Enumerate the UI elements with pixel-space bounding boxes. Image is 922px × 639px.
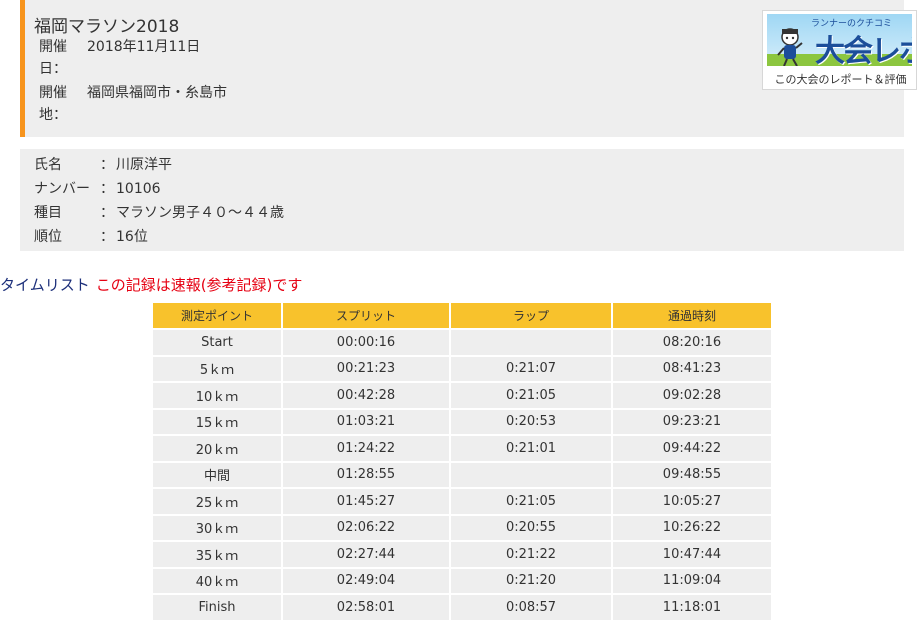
banner-caption[interactable]: この大会のレポート＆評価 xyxy=(763,71,918,87)
passing-time-cell: 10:26:22 xyxy=(613,515,771,540)
runner-category-value: マラソン男子４０〜４４歳 xyxy=(116,205,284,221)
checkpoint-cell: 30ｋｍ xyxy=(153,515,281,540)
header-passing-time: 通過時刻 xyxy=(613,303,771,328)
runner-name-row: 氏名 ：川原洋平 xyxy=(34,154,172,176)
event-date-label: 開催日： xyxy=(39,39,67,77)
table-body: Start 00:00:16 08:20:16 5ｋｍ 00:21:23 0:21:07 0… xyxy=(153,330,771,620)
banner-logo-text: 大会レポ xyxy=(815,34,912,66)
runner-category-row: 種目 ：マラソン男子４０〜４４歳 xyxy=(34,202,284,224)
checkpoint-cell: 5ｋｍ xyxy=(153,356,281,381)
runner-number-value: 10106 xyxy=(116,181,161,197)
runner-rank-value: 16位 xyxy=(116,229,148,245)
lap-cell: 0:20:55 xyxy=(451,515,611,540)
split-cell: 02:27:44 xyxy=(283,542,449,567)
event-date-row: 開催日： 2018年11月11日 xyxy=(39,36,200,80)
preliminary-record-note: この記録は速報(参考記録)です xyxy=(95,276,303,294)
table-row: 20ｋｍ 01:24:22 0:21:01 09:44:22 xyxy=(153,436,771,461)
lap-cell: 0:21:20 xyxy=(451,568,611,593)
lap-cell: 0:21:22 xyxy=(451,542,611,567)
table-row: 5ｋｍ 00:21:23 0:21:07 08:41:23 xyxy=(153,356,771,381)
passing-time-cell: 09:48:55 xyxy=(613,462,771,487)
passing-time-cell: 10:47:44 xyxy=(613,542,771,567)
runner-number-colon: ： xyxy=(100,181,114,197)
split-cell: 01:24:22 xyxy=(283,436,449,461)
runner-name-colon: ： xyxy=(100,157,114,173)
split-cell: 00:21:23 xyxy=(283,356,449,381)
passing-time-cell: 10:05:27 xyxy=(613,489,771,514)
runner-number-row: ナンバー ： 10106 xyxy=(34,178,161,200)
event-place-label: 開催地： xyxy=(39,85,67,123)
timelist-heading: タイムリスト この記録は速報(参考記録)です xyxy=(0,274,302,295)
split-cell: 01:45:27 xyxy=(283,489,449,514)
banner-artwork: ランナーのクチコミ 大会レポ xyxy=(767,14,912,66)
table-row: 40ｋｍ 02:49:04 0:21:20 11:09:04 xyxy=(153,568,771,593)
runner-number-label: ナンバー xyxy=(34,181,90,197)
runner-rank-row: 順位 ： 16位 xyxy=(34,226,148,248)
runner-mascot-icon xyxy=(777,28,803,66)
lap-cell: 0:21:05 xyxy=(451,383,611,408)
checkpoint-cell: 40ｋｍ xyxy=(153,568,281,593)
table-row: 30ｋｍ 02:06:22 0:20:55 10:26:22 xyxy=(153,515,771,540)
table-header-row: 測定ポイント スプリット ラップ 通過時刻 xyxy=(153,303,771,328)
event-place-row: 開催地： 福岡県福岡市・糸島市 xyxy=(39,82,227,126)
split-cell: 00:42:28 xyxy=(283,383,449,408)
split-cell: 02:58:01 xyxy=(283,595,449,620)
runner-name-value: 川原洋平 xyxy=(116,157,172,173)
event-info-panel: 福岡マラソン2018 開催日： 2018年11月11日 開催地： 福岡県福岡市・糸島… xyxy=(20,0,917,137)
runner-name-label: 氏名 xyxy=(34,157,62,173)
passing-time-cell: 08:20:16 xyxy=(613,330,771,355)
event-date-value: 2018年11月11日 xyxy=(87,39,201,55)
split-times-table: 測定ポイント スプリット ラップ 通過時刻 Start 00:00:16 08:20… xyxy=(151,301,773,622)
passing-time-cell: 11:09:04 xyxy=(613,568,771,593)
lap-cell: 0:21:07 xyxy=(451,356,611,381)
split-cell: 01:28:55 xyxy=(283,462,449,487)
lap-cell: 0:21:01 xyxy=(451,436,611,461)
checkpoint-cell: 35ｋｍ xyxy=(153,542,281,567)
lap-cell: 0:21:05 xyxy=(451,489,611,514)
passing-time-cell: 09:02:28 xyxy=(613,383,771,408)
checkpoint-cell: 10ｋｍ xyxy=(153,383,281,408)
checkpoint-cell: 中間 xyxy=(153,462,281,487)
split-cell: 01:03:21 xyxy=(283,409,449,434)
checkpoint-cell: Start xyxy=(153,330,281,355)
timelist-label: タイムリスト xyxy=(0,276,90,294)
header-lap: ラップ xyxy=(451,303,611,328)
runner-rank-colon: ： xyxy=(100,229,114,245)
lap-cell xyxy=(451,330,611,355)
event-place-value: 福岡県福岡市・糸島市 xyxy=(87,85,227,101)
table-row: 15ｋｍ 01:03:21 0:20:53 09:23:21 xyxy=(153,409,771,434)
table-row: Start 00:00:16 08:20:16 xyxy=(153,330,771,355)
passing-time-cell: 09:23:21 xyxy=(613,409,771,434)
runner-category-label: 種目 xyxy=(34,205,62,221)
passing-time-cell: 08:41:23 xyxy=(613,356,771,381)
table-row: Finish 02:58:01 0:08:57 11:18:01 xyxy=(153,595,771,620)
split-cell: 02:06:22 xyxy=(283,515,449,540)
table-row: 中間 01:28:55 09:48:55 xyxy=(153,462,771,487)
race-report-banner[interactable]: ランナーのクチコミ 大会レポ この大会のレポート＆評価 xyxy=(762,10,917,90)
checkpoint-cell: 15ｋｍ xyxy=(153,409,281,434)
table-row: 25ｋｍ 01:45:27 0:21:05 10:05:27 xyxy=(153,489,771,514)
lap-cell: 0:20:53 xyxy=(451,409,611,434)
passing-time-cell: 11:18:01 xyxy=(613,595,771,620)
header-split: スプリット xyxy=(283,303,449,328)
table-row: 35ｋｍ 02:27:44 0:21:22 10:47:44 xyxy=(153,542,771,567)
runner-rank-label: 順位 xyxy=(34,229,62,245)
split-cell: 02:49:04 xyxy=(283,568,449,593)
lap-cell xyxy=(451,462,611,487)
checkpoint-cell: Finish xyxy=(153,595,281,620)
runner-info-panel: 氏名：川原洋平 ナンバー： 10106 種目：マラソン男子４０〜４４歳 順位： 16… xyxy=(20,149,904,251)
runner-category-colon: ： xyxy=(100,205,114,221)
split-cell: 00:00:16 xyxy=(283,330,449,355)
checkpoint-cell: 20ｋｍ xyxy=(153,436,281,461)
event-title: 福岡マラソン2018 xyxy=(34,17,180,37)
lap-cell: 0:08:57 xyxy=(451,595,611,620)
passing-time-cell: 09:44:22 xyxy=(613,436,771,461)
checkpoint-cell: 25ｋｍ xyxy=(153,489,281,514)
table-row: 10ｋｍ 00:42:28 0:21:05 09:02:28 xyxy=(153,383,771,408)
header-checkpoint: 測定ポイント xyxy=(153,303,281,328)
